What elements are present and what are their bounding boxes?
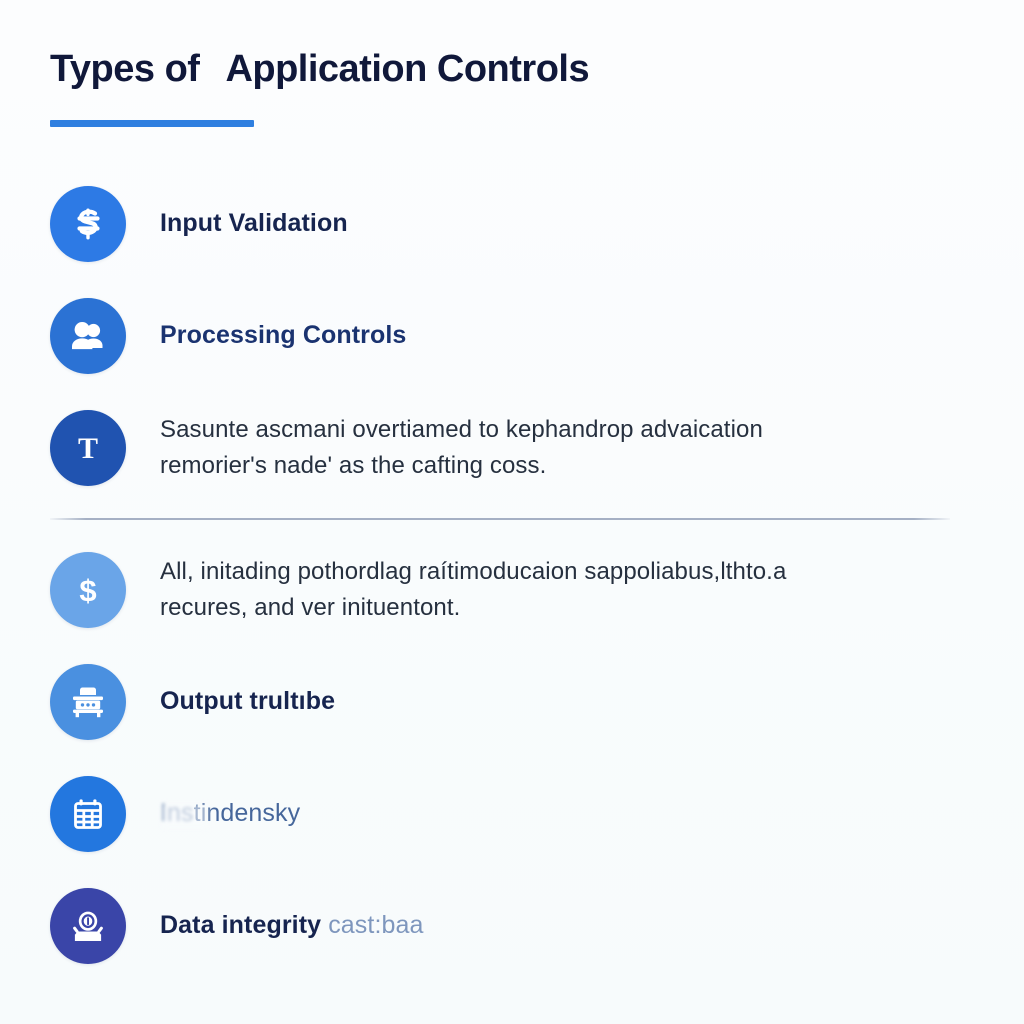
list-item-body: Output trultıbe — [160, 664, 974, 740]
list-item-input-validation[interactable]: Input Validation — [50, 186, 974, 298]
page-title: Types of Application Controls — [50, 48, 970, 92]
list-item-body: Sasunte ascmani overtiamed to kephandrop… — [160, 410, 974, 486]
lock-seal-icon — [50, 888, 126, 964]
list-item-body: All, initading pothordlag raítimoducaion… — [160, 552, 974, 628]
page-title-part-2: Application Controls — [225, 48, 590, 90]
list-item-data-integrity[interactable]: Data integrity cast:baa — [50, 888, 974, 1000]
list-item-output-trultibe[interactable]: Output trultıbe — [50, 664, 974, 776]
header: Types of Application Controls — [50, 48, 970, 127]
bank-output-icon — [50, 664, 126, 740]
paragraph-line-2: recures, and ver inituentont. — [160, 594, 461, 621]
list-item-label-suffix: cast:baa — [328, 911, 424, 940]
list-item-cost-note[interactable]: $ All, initading pothordlag raítimoducai… — [50, 552, 974, 664]
letter-t-icon: T — [50, 410, 126, 486]
list-item-processing-controls[interactable]: Processing Controls — [50, 298, 974, 410]
list-item-body: Data integrity cast:baa — [160, 888, 974, 964]
slide-canvas: Types of Application Controls Input Valid… — [0, 0, 1024, 1024]
list-item-label: Data integrity cast:baa — [160, 910, 424, 941]
users-icon — [50, 298, 126, 374]
svg-text:T: T — [78, 432, 98, 465]
list-item-label-rest: tindensky — [193, 799, 301, 828]
list-item-label: Instindensky — [160, 798, 300, 829]
svg-text:$: $ — [79, 573, 96, 608]
list-item-body: Input Validation — [160, 186, 974, 262]
page-title-part-1: Types of — [50, 48, 200, 90]
list-item-label-main: Data integrity — [160, 911, 322, 940]
controls-list: Input Validation Processing Controls T S… — [50, 186, 974, 1000]
list-item-label: Output trultıbe — [160, 687, 336, 716]
dollar-icon: $ — [50, 552, 126, 628]
list-item-body: Instindensky — [160, 776, 974, 852]
list-item-paragraph: All, initading pothordlag raítimoducaion… — [160, 554, 786, 625]
list-item-label: Processing Controls — [160, 321, 407, 350]
list-item-label-smudged: Ins — [160, 799, 194, 828]
paragraph-line-1: All, initading pothordlag raítimoducaion… — [160, 558, 787, 586]
title-accent-rule — [50, 119, 254, 127]
calendar-icon — [50, 776, 126, 852]
paragraph-line-2: remorier's nade' as the cafting coss. — [160, 452, 547, 479]
list-item-instindensky[interactable]: Instindensky — [50, 776, 974, 888]
list-item-label: Input Validation — [160, 209, 348, 238]
list-item-body: Processing Controls — [160, 298, 974, 374]
paragraph-line-1: Sasunte ascmani overtiamed to kephandrop… — [160, 416, 763, 444]
document-validation-icon — [50, 186, 126, 262]
list-item-transaction-note[interactable]: T Sasunte ascmani overtiamed to kephandr… — [50, 410, 974, 522]
list-item-paragraph: Sasunte ascmani overtiamed to kephandrop… — [160, 412, 763, 483]
